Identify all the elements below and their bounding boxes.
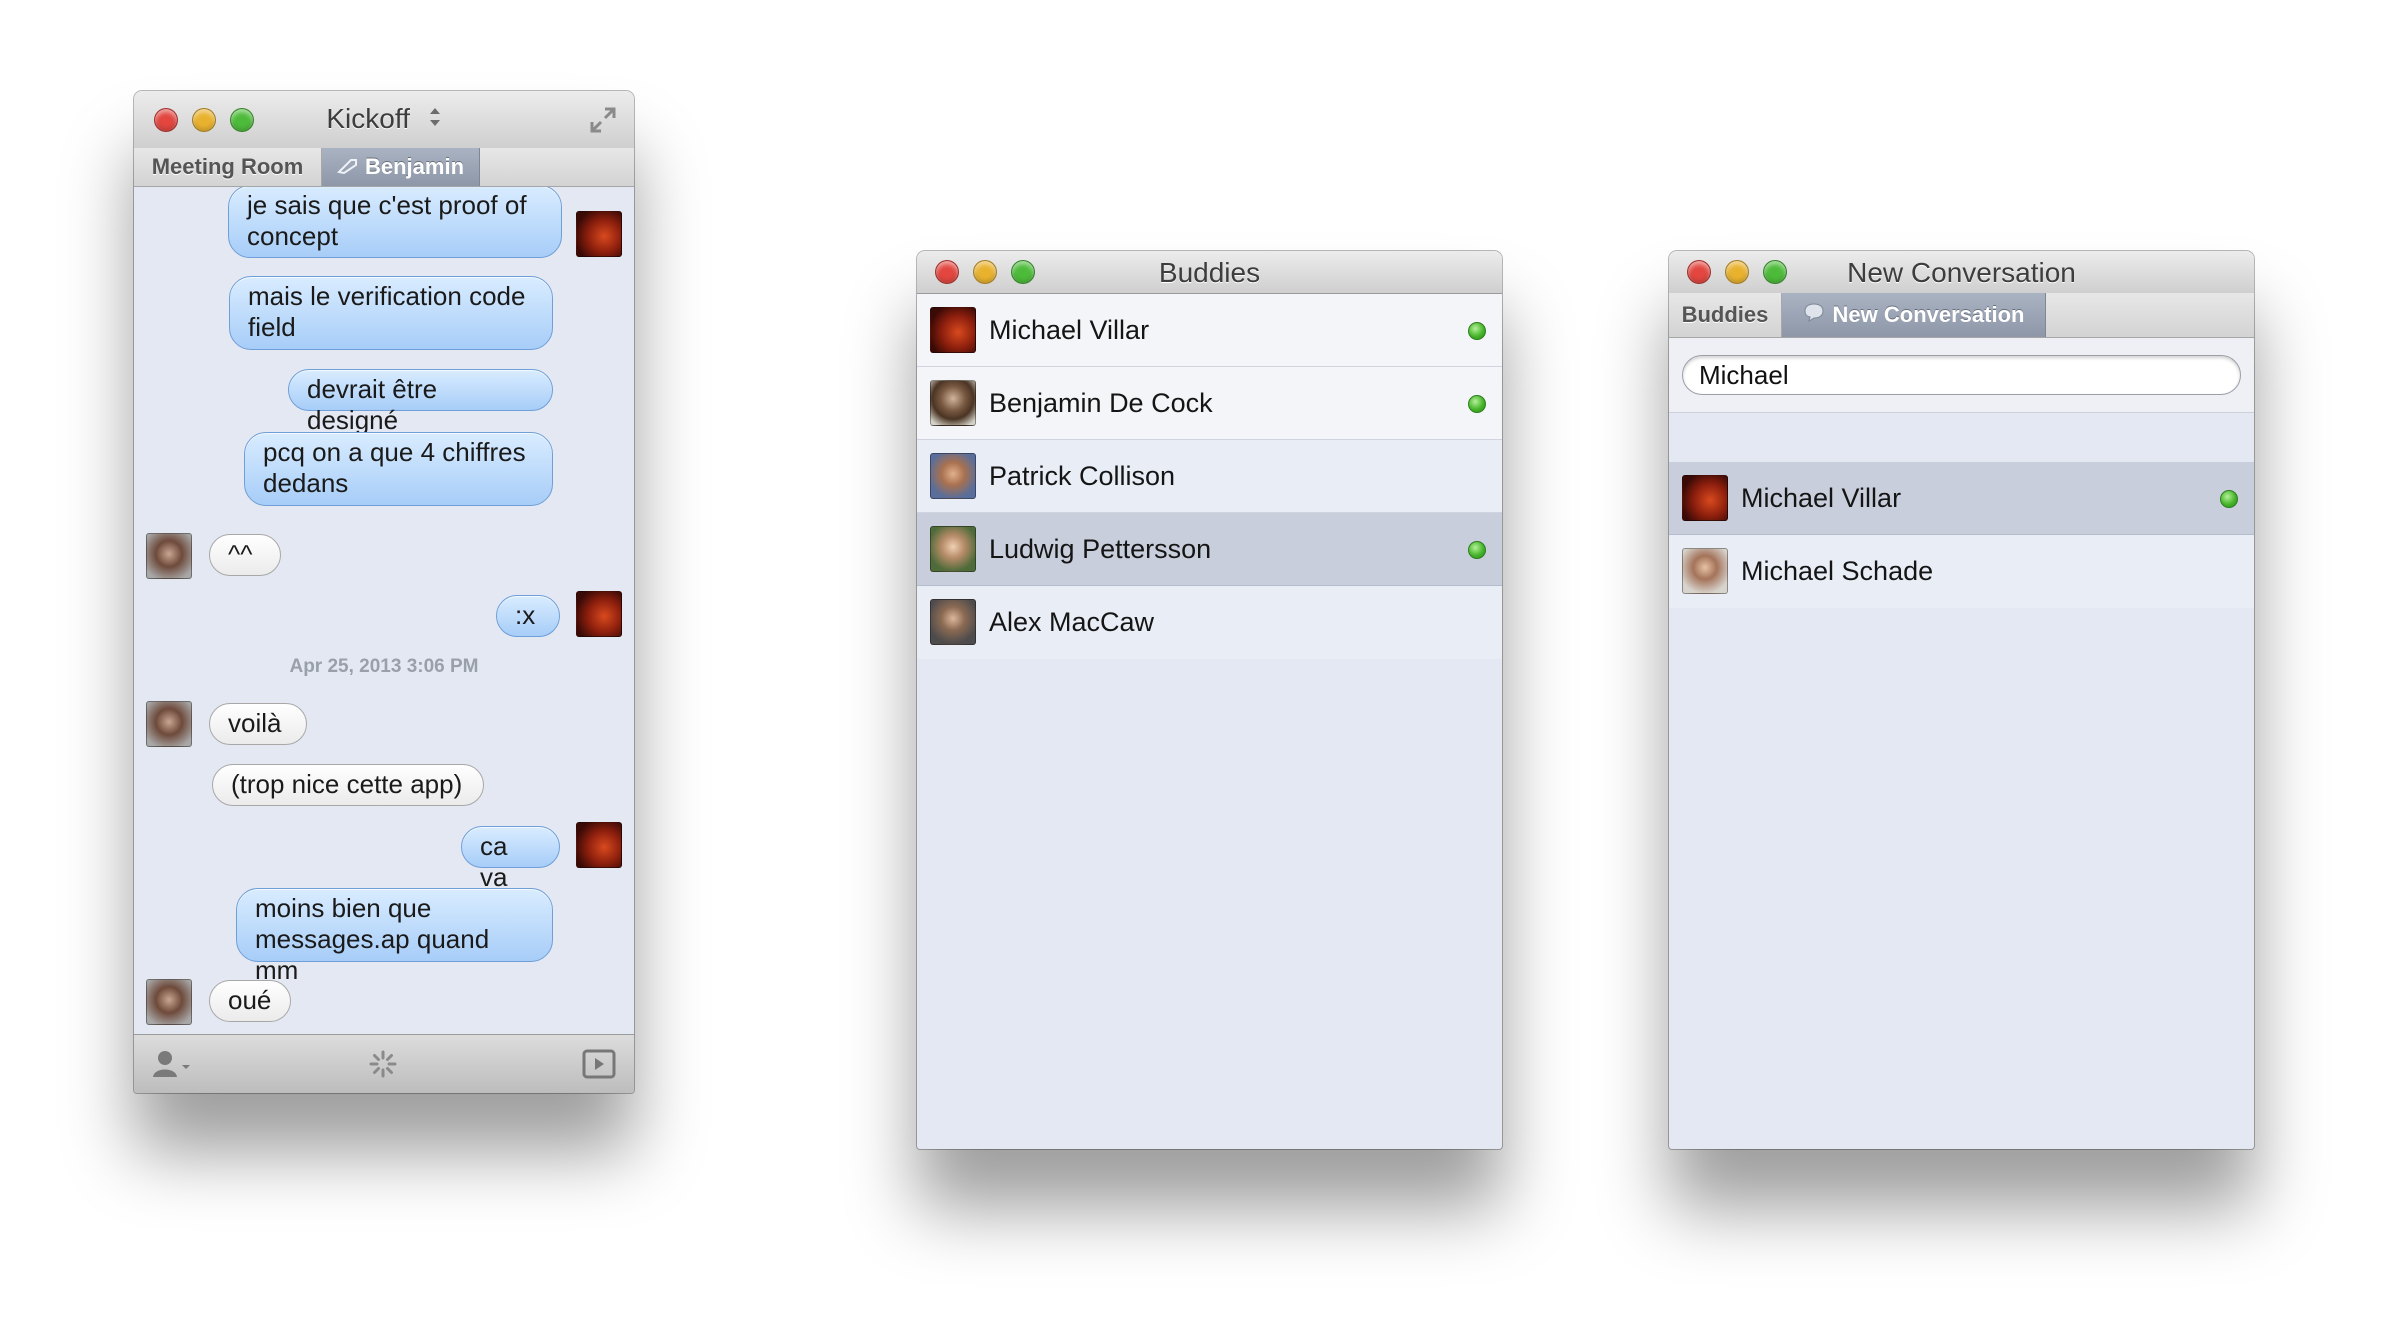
fullscreen-icon[interactable] [588, 105, 618, 140]
buddies-window: Buddies Michael Villar Benjamin De Cock … [917, 251, 1502, 1149]
message-timestamp: Apr 25, 2013 3:06 PM [289, 656, 479, 677]
michael-villar-avatar [576, 822, 622, 868]
tab-benjamin[interactable]: Benjamin [322, 148, 480, 186]
avatar [930, 599, 976, 645]
avatar [930, 307, 976, 353]
chat-tabbar: Meeting Room Benjamin [134, 148, 634, 187]
buddy-row[interactable]: Michael Villar [917, 294, 1502, 367]
chat-window: Kickoff Meeting Room Benjamin je sais qu… [134, 91, 634, 1093]
tab-label: Benjamin [364, 154, 465, 179]
tab-buddies[interactable]: Buddies [1669, 293, 1782, 337]
online-status-icon [2220, 490, 2238, 508]
online-status-icon [1468, 395, 1486, 413]
message-bubble: devrait être designé [288, 369, 553, 435]
chat-titlebar[interactable]: Kickoff [134, 91, 634, 149]
new-conversation-titlebar[interactable]: New Conversation [1669, 251, 2254, 294]
buddy-name: Alex MacCaw [989, 607, 1155, 637]
tab-meeting-room[interactable]: Meeting Room [134, 148, 322, 186]
avatar [1682, 548, 1728, 594]
benjamin-avatar [146, 701, 192, 747]
buddies-titlebar[interactable]: Buddies [917, 251, 1502, 294]
message-bubble: mais le verification code field [229, 276, 553, 350]
buddy-row[interactable]: Benjamin De Cock [917, 367, 1502, 440]
message-bubble: ca va [461, 826, 560, 892]
message-bubble: oué [209, 980, 291, 1022]
search-input[interactable] [1682, 355, 2241, 395]
benjamin-avatar [146, 533, 192, 579]
message-bubble: :x [496, 595, 560, 637]
avatar [930, 453, 976, 499]
buddy-name: Benjamin De Cock [989, 388, 1213, 418]
buddy-row[interactable]: Patrick Collison [917, 440, 1502, 513]
tab-new-conversation[interactable]: New Conversation [1782, 293, 2046, 337]
window-title: Kickoff [326, 103, 410, 134]
buddy-row[interactable]: Ludwig Pettersson [917, 513, 1502, 586]
spinner-icon [368, 1049, 398, 1084]
message-bubble: ^^ [209, 534, 281, 576]
result-row[interactable]: Michael Villar [1669, 462, 2254, 535]
michael-villar-avatar [576, 211, 622, 257]
message-bubble: moins bien que messages.ap quand mm [236, 888, 553, 985]
online-status-icon [1468, 322, 1486, 340]
avatar [930, 380, 976, 426]
window-title: Buddies [1158, 257, 1261, 288]
online-status-icon [1468, 541, 1486, 559]
result-row[interactable]: Michael Schade [1669, 535, 2254, 608]
search-area [1669, 338, 2254, 413]
tab-label: Meeting Room [151, 154, 304, 179]
new-conversation-window: New Conversation Buddies New Conversatio… [1669, 251, 2254, 1149]
add-person-icon[interactable] [152, 1049, 192, 1084]
tab-label: New Conversation [1832, 302, 2025, 327]
message-bubble: pcq on a que 4 chiffres dedans [244, 432, 553, 506]
results-list: Michael Villar Michael Schade [1669, 462, 2254, 1149]
typing-icon [336, 154, 359, 180]
buddy-name: Patrick Collison [989, 461, 1176, 491]
contact-name: Michael Villar [1741, 483, 1902, 513]
avatar [930, 526, 976, 572]
tab-label: Buddies [1681, 302, 1769, 327]
contact-name: Michael Schade [1741, 556, 1934, 586]
message-bubble: (trop nice cette app) [212, 764, 484, 806]
new-conversation-tabbar: Buddies New Conversation [1669, 293, 2254, 338]
window-title: New Conversation [1847, 257, 2076, 288]
benjamin-avatar [146, 979, 192, 1025]
message-bubble: je sais que c'est proof of concept [228, 187, 562, 258]
buddy-row[interactable]: Alex MacCaw [917, 586, 1502, 659]
buddy-list: Michael Villar Benjamin De Cock Patrick … [917, 294, 1502, 1149]
michael-villar-avatar [576, 591, 622, 637]
avatar [1682, 475, 1728, 521]
message-bubble: voilà [209, 703, 307, 745]
buddy-name: Michael Villar [989, 315, 1150, 345]
buddy-name: Ludwig Pettersson [989, 534, 1212, 564]
message-list[interactable]: je sais que c'est proof of concept mais … [134, 187, 634, 1035]
speech-bubble-icon [1803, 302, 1825, 328]
media-toggle-icon[interactable] [582, 1049, 616, 1084]
chat-toolbar [134, 1034, 634, 1093]
title-stepper-icon[interactable] [428, 104, 442, 137]
